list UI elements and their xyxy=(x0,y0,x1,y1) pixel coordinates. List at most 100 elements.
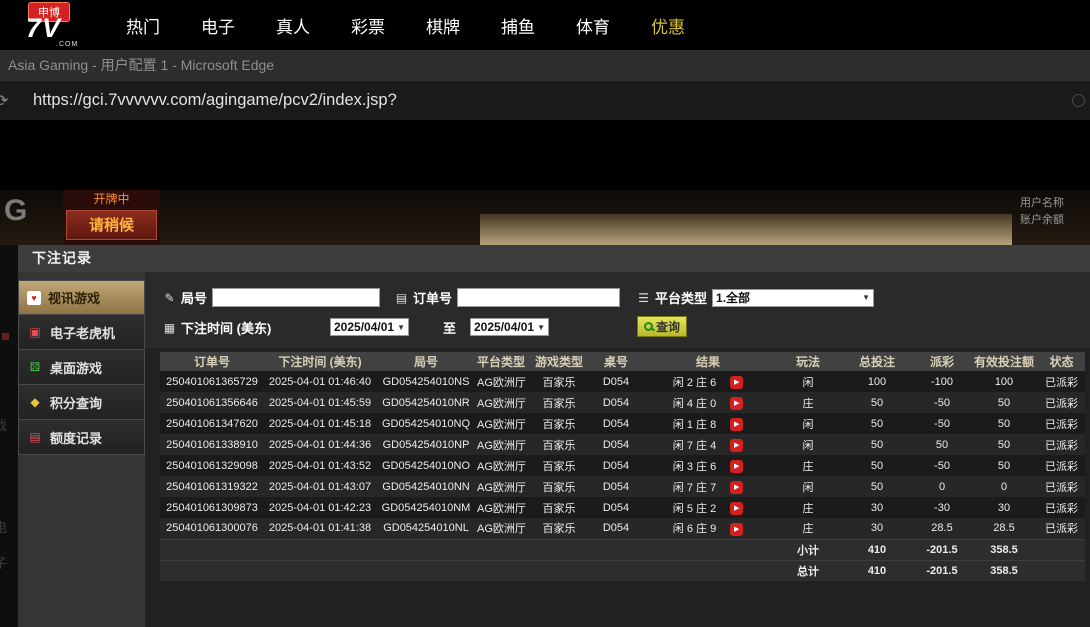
replay-button[interactable] xyxy=(730,418,743,431)
result-text: 闲 4 庄 0 xyxy=(673,398,716,410)
sidebar-item[interactable]: ▤额度记录 xyxy=(18,420,145,455)
time-cell: 2025-04-01 01:46:40 xyxy=(264,371,376,392)
game-cell: 百家乐 xyxy=(526,371,592,392)
sidebar-item-label: 视讯游戏 xyxy=(48,288,100,307)
grand_total-label: 总计 xyxy=(776,560,840,581)
nav-item[interactable]: 捕鱼 xyxy=(501,13,535,38)
sidebar-item[interactable]: ♥ 视讯游戏 xyxy=(18,280,145,315)
column-header: 订单号 xyxy=(160,352,264,371)
status-cell: 已派彩 xyxy=(1038,518,1085,539)
valid-bet-cell: 30 xyxy=(970,497,1038,518)
order-label: 订单号 xyxy=(413,288,452,307)
address-bar[interactable]: https://gci.7vvvvvv.com/agingame/pcv2/in… xyxy=(0,81,1090,120)
status-cell: 已派彩 xyxy=(1038,434,1085,455)
column-header: 游戏类型 xyxy=(526,352,592,371)
table-row: 2504010613193222025-04-01 01:43:07GD0542… xyxy=(160,476,1085,497)
replay-button[interactable] xyxy=(730,460,743,473)
nav-item[interactable]: 体育 xyxy=(576,13,610,38)
round-cell: GD054254010NR xyxy=(376,392,476,413)
replay-button[interactable] xyxy=(730,397,743,410)
time-cell: 2025-04-01 01:45:59 xyxy=(264,392,376,413)
payout-cell: 0 xyxy=(914,476,970,497)
pencil-icon xyxy=(163,291,176,305)
site-logo[interactable]: 申博 7V .COM xyxy=(22,0,102,50)
column-header: 桌号 xyxy=(592,352,640,371)
nav-item[interactable]: 电子 xyxy=(201,13,235,38)
payout-cell: 50 xyxy=(914,434,970,455)
time-cell: 2025-04-01 01:43:07 xyxy=(264,476,376,497)
game-cell: 百家乐 xyxy=(526,392,592,413)
background-fragment: 戏 xyxy=(0,415,7,434)
total-bet-cell: 50 xyxy=(840,392,914,413)
round-cell: GD054254010NL xyxy=(376,518,476,539)
browser-extension-icon[interactable] xyxy=(1072,94,1085,107)
subtotal-row: 小计410-201.5358.5 xyxy=(160,539,1085,560)
nav-item[interactable]: 真人 xyxy=(276,13,310,38)
content-area: 局号 订单号 平台类型 1.全部 xyxy=(145,272,1090,627)
total-bet-cell: 30 xyxy=(840,497,914,518)
valid-bet-cell: 50 xyxy=(970,392,1038,413)
total-bet-cell: 30 xyxy=(840,518,914,539)
result-cell: 闲 5 庄 2 xyxy=(640,497,776,518)
replay-button[interactable] xyxy=(730,502,743,515)
column-header: 结果 xyxy=(640,352,776,371)
sidebar: ♥ 视讯游戏 ▣电子老虎机⚄桌面游戏◆积分查询▤额度记录 xyxy=(18,272,145,627)
table-no-cell: D054 xyxy=(592,455,640,476)
refresh-icon[interactable] xyxy=(0,91,21,111)
sidebar-item[interactable]: ▣电子老虎机 xyxy=(18,315,145,350)
payout-sum: -201.5 xyxy=(914,560,970,581)
payout-cell: -100 xyxy=(914,371,970,392)
status-cell: 已派彩 xyxy=(1038,392,1085,413)
nav-item[interactable]: 彩票 xyxy=(351,13,385,38)
filter-bar: 局号 订单号 平台类型 1.全部 xyxy=(145,272,1090,348)
status-spacer xyxy=(1038,539,1085,560)
round-label: 局号 xyxy=(181,288,207,307)
nav-item[interactable]: 棋牌 xyxy=(426,13,460,38)
valid-bet-cell: 0 xyxy=(970,476,1038,497)
sidebar-item[interactable]: ⚄桌面游戏 xyxy=(18,350,145,385)
platform-filter: 平台类型 1.全部 xyxy=(637,288,874,307)
nav-item[interactable]: 优惠 xyxy=(651,13,685,38)
calendar-icon xyxy=(163,321,176,335)
table-row: 2504010613098732025-04-01 01:42:23GD0542… xyxy=(160,497,1085,518)
total-bet-sum: 410 xyxy=(840,539,914,560)
search-icon xyxy=(644,322,653,331)
column-header: 状态 xyxy=(1038,352,1085,371)
date-to-value: 2025/04/01 xyxy=(474,320,534,334)
table-row: 2504010613290982025-04-01 01:43:52GD0542… xyxy=(160,455,1085,476)
sidebar-item[interactable]: ◆积分查询 xyxy=(18,385,145,420)
round-input[interactable] xyxy=(212,288,380,307)
date-to-select[interactable]: 2025/04/01 xyxy=(470,318,549,336)
round-cell: GD054254010NQ xyxy=(376,413,476,434)
total-bet-sum: 410 xyxy=(840,560,914,581)
replay-button[interactable] xyxy=(730,523,743,536)
cards-icon: ♥ xyxy=(27,291,41,305)
panel-body: ♥ 视讯游戏 ▣电子老虎机⚄桌面游戏◆积分查询▤额度记录 局号 订单号 xyxy=(18,272,1090,627)
dealing-panel: 开牌中 请稍候 xyxy=(63,190,160,245)
page-gap xyxy=(0,120,1090,190)
platform-label: 平台类型 xyxy=(655,288,707,307)
play-cell: 庄 xyxy=(776,455,840,476)
valid-bet-sum: 358.5 xyxy=(970,560,1038,581)
replay-button[interactable] xyxy=(730,439,743,452)
round-cell: GD054254010NN xyxy=(376,476,476,497)
replay-button[interactable] xyxy=(730,481,743,494)
background-fragment: 子 xyxy=(0,553,7,572)
platform-cell: AG欧洲厅 xyxy=(476,392,526,413)
valid-bet-cell: 100 xyxy=(970,371,1038,392)
order-cell: 250401061300076 xyxy=(160,518,264,539)
order-input[interactable] xyxy=(457,288,620,307)
platform-cell: AG欧洲厅 xyxy=(476,476,526,497)
search-button[interactable]: 查询 xyxy=(637,316,687,337)
date-from-select[interactable]: 2025/04/01 xyxy=(330,318,409,336)
nav-item[interactable]: 热门 xyxy=(126,13,160,38)
date-from-value: 2025/04/01 xyxy=(334,320,394,334)
result-text: 闲 3 庄 6 xyxy=(673,461,716,473)
time-cell: 2025-04-01 01:43:52 xyxy=(264,455,376,476)
platform-select[interactable]: 1.全部 xyxy=(712,289,874,307)
table-no-cell: D054 xyxy=(592,518,640,539)
result-text: 闲 5 庄 2 xyxy=(673,503,716,515)
replay-button[interactable] xyxy=(730,376,743,389)
sidebar-item-label: 积分查询 xyxy=(50,393,102,412)
top-nav: 申博 7V .COM 热门 电子 真人 彩票 棋牌 捕鱼 体育 优惠 xyxy=(0,0,1090,50)
